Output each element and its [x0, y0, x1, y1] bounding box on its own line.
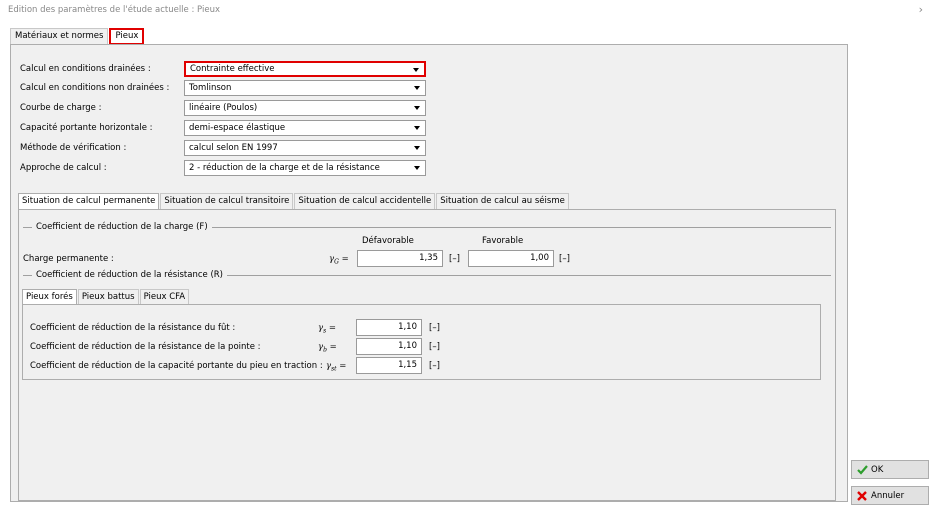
- select-value: linéaire (Poulos): [189, 103, 258, 113]
- gamma-s-symbol: γs =: [318, 323, 337, 335]
- shaft-resistance-label: Coefficient de réduction de la résistanc…: [30, 323, 236, 333]
- setting-label: Calcul en conditions non drainées :: [20, 83, 170, 93]
- unit-label: [–]: [429, 323, 440, 333]
- outer-tab-bar: Matériaux et normes Pieux: [10, 28, 145, 45]
- setting-label: Calcul en conditions drainées :: [20, 64, 151, 74]
- gamma-g-symbol: γG =: [329, 254, 349, 266]
- tab-pieux-battus[interactable]: Pieux battus: [77, 289, 139, 304]
- chevron-down-icon: [414, 106, 420, 110]
- main-panel: Calcul en conditions drainées : Contrain…: [10, 44, 848, 502]
- select-value: 2 - réduction de la charge et de la rési…: [189, 163, 380, 173]
- chevron-down-icon: [414, 166, 420, 170]
- permanent-load-label: Charge permanente :: [23, 254, 114, 264]
- title-bar: Edition des paramètres de l'étude actuel…: [0, 0, 931, 20]
- chevron-down-icon: [413, 68, 419, 72]
- ok-button[interactable]: OK: [851, 460, 929, 479]
- tab-situation-permanente[interactable]: Situation de calcul permanente: [18, 193, 160, 210]
- col-header-favorable: Favorable: [482, 236, 524, 246]
- unit-label: [–]: [429, 361, 440, 371]
- design-approach-select[interactable]: 2 - réduction de la charge et de la rési…: [184, 160, 426, 176]
- unit-label: [–]: [429, 342, 440, 352]
- tension-capacity-input[interactable]: 1,15: [356, 357, 422, 374]
- col-header-unfavorable: Défavorable: [362, 236, 414, 246]
- cancel-button[interactable]: Annuler: [851, 486, 929, 505]
- select-value: Tomlinson: [189, 83, 232, 93]
- situation-panel: Coefficient de réduction de la charge (F…: [18, 209, 836, 501]
- unit-label: [–]: [449, 254, 460, 264]
- load-group-header: Coefficient de réduction de la charge (F…: [23, 221, 831, 233]
- setting-label: Approche de calcul :: [20, 163, 107, 173]
- tension-capacity-label: Coefficient de réduction de la capacité …: [30, 361, 323, 371]
- unit-label: [–]: [559, 254, 570, 264]
- tab-situation-seisme[interactable]: Situation de calcul au séisme: [436, 193, 569, 209]
- tab-pieux[interactable]: Pieux: [109, 28, 145, 45]
- pile-coefficients-panel: Coefficient de réduction de la résistanc…: [22, 304, 821, 380]
- load-group-title: Coefficient de réduction de la charge (F…: [36, 222, 208, 232]
- setting-label: Courbe de charge :: [20, 103, 102, 113]
- drained-calc-select[interactable]: Contrainte effective: [184, 61, 426, 77]
- cancel-label: Annuler: [871, 490, 905, 501]
- undrained-calc-select[interactable]: Tomlinson: [184, 80, 426, 96]
- select-value: Contrainte effective: [190, 64, 275, 74]
- load-curve-select[interactable]: linéaire (Poulos): [184, 100, 426, 116]
- setting-label: Méthode de vérification :: [20, 143, 127, 153]
- shaft-resistance-input[interactable]: 1,10: [356, 319, 422, 336]
- tab-situation-transitoire[interactable]: Situation de calcul transitoire: [160, 193, 294, 209]
- unfavorable-value-input[interactable]: 1,35: [357, 250, 443, 267]
- tab-materiaux-normes[interactable]: Matériaux et normes: [10, 28, 109, 44]
- select-value: calcul selon EN 1997: [189, 143, 278, 153]
- favorable-value-input[interactable]: 1,00: [468, 250, 554, 267]
- chevron-down-icon: [414, 126, 420, 130]
- chevron-down-icon: [414, 146, 420, 150]
- select-value: demi-espace élastique: [189, 123, 286, 133]
- chevron-down-icon: [414, 86, 420, 90]
- resistance-group-title: Coefficient de réduction de la résistanc…: [36, 270, 223, 280]
- tab-situation-accidentelle[interactable]: Situation de calcul accidentelle: [294, 193, 436, 209]
- window-title: Edition des paramètres de l'étude actuel…: [8, 5, 220, 15]
- situation-tab-bar: Situation de calcul permanente Situation…: [18, 193, 570, 210]
- check-icon: [856, 464, 868, 476]
- horizontal-capacity-select[interactable]: demi-espace élastique: [184, 120, 426, 136]
- verification-method-select[interactable]: calcul selon EN 1997: [184, 140, 426, 156]
- setting-label: Capacité portante horizontale :: [20, 123, 153, 133]
- resistance-group-header: Coefficient de réduction de la résistanc…: [23, 269, 831, 281]
- gamma-st-symbol: γst =: [326, 361, 347, 373]
- tab-pieux-fores[interactable]: Pieux forés: [22, 289, 77, 305]
- tip-resistance-label: Coefficient de réduction de la résistanc…: [30, 342, 261, 352]
- x-icon: [856, 490, 868, 502]
- tab-pieux-cfa[interactable]: Pieux CFA: [139, 289, 190, 304]
- pile-type-tab-bar: Pieux forés Pieux battus Pieux CFA: [22, 289, 190, 305]
- chevron-right-icon[interactable]: ›: [919, 3, 923, 16]
- gamma-b-symbol: γb =: [318, 342, 337, 354]
- ok-label: OK: [871, 464, 884, 475]
- tip-resistance-input[interactable]: 1,10: [356, 338, 422, 355]
